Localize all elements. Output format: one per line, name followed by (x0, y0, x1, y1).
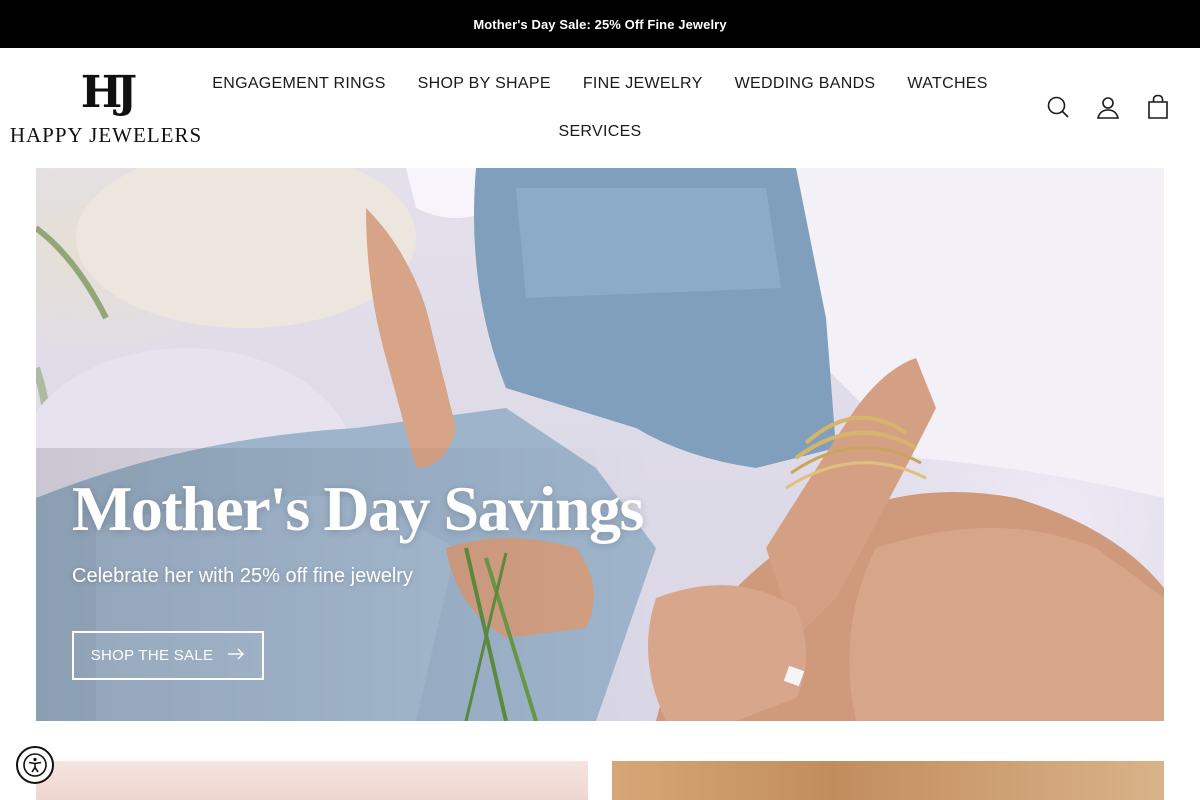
announcement-text: Mother's Day Sale: 25% Off Fine Jewelry (473, 16, 727, 32)
promo-tile-right[interactable] (612, 761, 1164, 800)
search-icon[interactable] (1046, 94, 1070, 120)
nav-engagement-rings[interactable]: ENGAGEMENT RINGS (196, 72, 401, 96)
header-actions (1046, 94, 1170, 120)
nav-shop-by-shape[interactable]: SHOP BY SHAPE (402, 72, 567, 96)
main-navigation: ENGAGEMENT RINGS SHOP BY SHAPE FINE JEWE… (212, 48, 987, 168)
cart-icon[interactable] (1146, 94, 1170, 120)
hero-subtitle: Celebrate her with 25% off fine jewelry (72, 565, 413, 587)
site-header: HJ HAPPY JEWELERS ENGAGEMENT RINGS SHOP … (0, 48, 1200, 168)
shop-the-sale-label: SHOP THE SALE (90, 647, 214, 664)
logo-name: HAPPY JEWELERS (9, 123, 203, 147)
announcement-bar: Mother's Day Sale: 25% Off Fine Jewelry (0, 0, 1200, 48)
nav-services[interactable]: SERVICES (542, 120, 657, 144)
site-logo[interactable]: HJ HAPPY JEWELERS (10, 66, 201, 152)
nav-fine-jewelry[interactable]: FINE JEWELRY (567, 72, 719, 96)
nav-watches[interactable]: WATCHES (891, 72, 1003, 96)
promo-tile-left[interactable] (36, 761, 588, 800)
accessibility-icon[interactable] (16, 746, 54, 784)
nav-wedding-bands[interactable]: WEDDING BANDS (719, 72, 892, 96)
arrow-right-icon (227, 647, 245, 664)
shop-the-sale-button[interactable]: SHOP THE SALE (72, 631, 264, 680)
hero-title: Mother's Day Savings (72, 473, 644, 544)
logo-monogram: HJ (80, 67, 137, 118)
account-icon[interactable] (1096, 94, 1120, 120)
hero-banner: Mother's Day Savings Celebrate her with … (36, 168, 1164, 721)
